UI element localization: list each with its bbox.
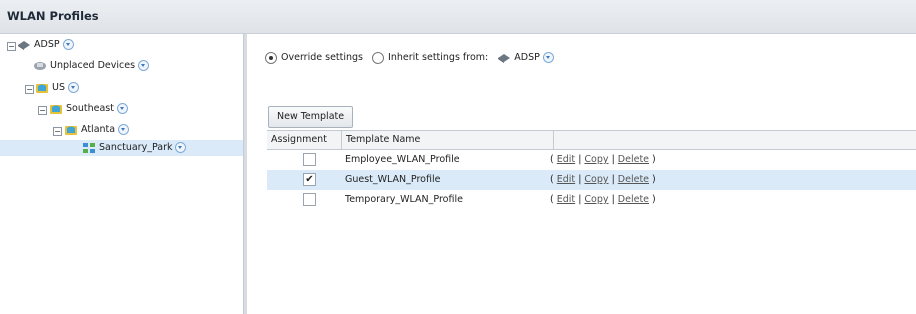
chevron-down-icon[interactable] [138,60,150,71]
region-folder-icon [65,125,77,135]
edit-link[interactable]: Edit [557,194,575,205]
assignment-checkbox[interactable]: ✔ [303,173,316,186]
edit-link[interactable]: Edit [557,174,575,185]
chevron-down-icon[interactable] [67,82,79,93]
tree-node-southeast[interactable]: Southeast [49,101,128,117]
actions-close-paren: ) [652,194,656,205]
chevron-down-icon[interactable] [62,39,74,50]
actions-open-paren: ( [550,154,554,165]
location-tree: − ADSP Unplaced Devices − US − Southeast… [0,34,243,314]
collapse-atlanta-toggle[interactable]: − [53,127,62,136]
actions-close-paren: ) [652,174,656,185]
inherit-settings-radio[interactable] [372,51,385,64]
template-name-cell: Temporary_WLAN_Profile [345,194,463,205]
tree-node-label: ADSP [34,39,60,50]
tree-node-label: US [52,82,65,93]
override-settings-label: Override settings [281,52,364,63]
network-icon [18,40,30,50]
devices-icon [34,61,46,70]
actions-separator: | [611,174,615,185]
copy-link[interactable]: Copy [584,194,608,205]
table-row[interactable]: Employee_WLAN_Profile ( Edit | Copy | Del… [267,150,916,170]
row-actions: ( Edit | Copy | Delete ) [550,150,656,170]
actions-separator: | [578,174,582,185]
actions-close-paren: ) [652,154,656,165]
tree-node-label: Unplaced Devices [50,60,136,71]
actions-separator: | [578,194,582,205]
inherit-settings-label: Inherit settings from: [388,52,489,63]
override-settings-radio[interactable] [265,51,277,64]
profile-settings-panel: Override settings Inherit settings from:… [247,34,916,314]
actions-separator: | [611,194,615,205]
tree-node-atlanta[interactable]: Atlanta [64,122,130,138]
tree-node-unplaced-devices[interactable]: Unplaced Devices [33,58,150,74]
templates-table: Assignment Template Name Employee_WLAN_P… [267,130,916,210]
new-template-button[interactable]: New Template [268,106,354,128]
tree-node-label: Atlanta [81,124,116,135]
chevron-down-icon[interactable] [542,52,554,63]
actions-separator: | [578,154,582,165]
tree-node-sanctuary-park[interactable]: Sanctuary_Park [0,140,243,156]
panel-header: WLAN Profiles [0,0,916,34]
collapse-us-toggle[interactable]: − [25,85,34,94]
row-actions: ( Edit | Copy | Delete ) [550,170,656,190]
table-row[interactable]: ✔ Guest_WLAN_Profile ( Edit | Copy | Delet… [267,170,916,190]
tree-node-label: Sanctuary_Park [99,142,173,153]
template-name-cell: Guest_WLAN_Profile [345,174,441,185]
actions-separator: | [611,154,615,165]
assignment-checkbox[interactable] [303,153,316,166]
chevron-down-icon[interactable] [175,142,187,153]
copy-link[interactable]: Copy [584,174,608,185]
inherit-source-select[interactable]: ADSP [497,52,554,63]
template-name-column-header[interactable]: Template Name [342,131,554,149]
tree-node-adsp[interactable]: ADSP [17,37,74,53]
site-icon [83,142,95,153]
region-folder-icon [36,83,48,93]
network-icon [498,53,511,63]
table-row[interactable]: Temporary_WLAN_Profile ( Edit | Copy | De… [267,190,916,210]
template-name-cell: Employee_WLAN_Profile [345,154,460,165]
collapse-adsp-toggle[interactable]: − [7,42,16,51]
region-folder-icon [50,104,62,114]
assignment-checkbox[interactable] [303,193,316,206]
inherit-source-label: ADSP [514,52,540,63]
actions-open-paren: ( [550,174,554,185]
delete-link[interactable]: Delete [618,174,649,185]
delete-link[interactable]: Delete [618,194,649,205]
actions-open-paren: ( [550,194,554,205]
tree-node-us[interactable]: US [35,80,79,96]
copy-link[interactable]: Copy [584,154,608,165]
tree-node-label: Southeast [66,103,114,114]
chevron-down-icon[interactable] [116,103,128,114]
edit-link[interactable]: Edit [557,154,575,165]
delete-link[interactable]: Delete [618,154,649,165]
assignment-column-header[interactable]: Assignment [267,131,342,149]
collapse-southeast-toggle[interactable]: − [38,106,47,115]
chevron-down-icon[interactable] [118,124,130,135]
row-actions: ( Edit | Copy | Delete ) [550,190,656,210]
settings-mode-group: Override settings Inherit settings from:… [265,51,554,65]
table-header: Assignment Template Name [267,130,916,150]
page-title: WLAN Profiles [7,9,99,23]
